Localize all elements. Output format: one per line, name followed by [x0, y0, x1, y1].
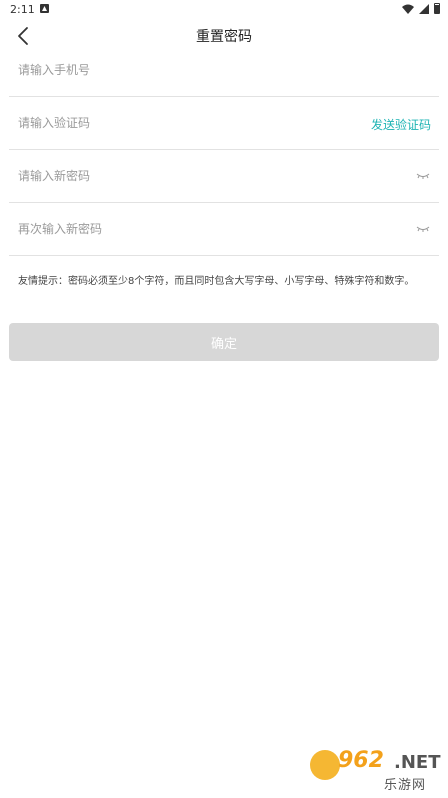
- confirm-button[interactable]: 确定: [9, 323, 439, 361]
- notification-icon: [40, 4, 49, 13]
- wifi-icon: [402, 4, 414, 14]
- watermark-logo: 962 .NET 乐游网: [310, 748, 442, 793]
- page-title: 重置密码: [196, 29, 252, 45]
- watermark-number: 962: [338, 748, 384, 773]
- phone-input[interactable]: [18, 59, 338, 81]
- watermark-cn-text: 乐游网: [384, 778, 427, 793]
- status-icons: [402, 3, 440, 14]
- phone-field: [9, 45, 439, 97]
- code-field: 发送验证码: [9, 98, 439, 150]
- new-password-input[interactable]: [18, 165, 338, 187]
- confirm-password-input[interactable]: [18, 218, 338, 240]
- new-password-field: [9, 151, 439, 203]
- eye-closed-icon[interactable]: [416, 224, 430, 234]
- send-code-button[interactable]: 发送验证码: [371, 116, 431, 133]
- signal-icon: [419, 3, 429, 14]
- code-input[interactable]: [18, 112, 338, 134]
- battery-icon: [434, 3, 440, 14]
- password-tip: 友情提示：密码必须至少8个字符，而且同时包含大写字母、小写字母、特殊字符和数字。: [18, 276, 415, 287]
- watermark-suffix: .NET: [394, 752, 441, 773]
- eye-closed-icon[interactable]: [416, 171, 430, 181]
- status-time: 2:11: [10, 3, 35, 16]
- status-bar: 2:11: [0, 0, 448, 18]
- watermark-circle-icon: [310, 750, 340, 780]
- confirm-password-field: [9, 204, 439, 256]
